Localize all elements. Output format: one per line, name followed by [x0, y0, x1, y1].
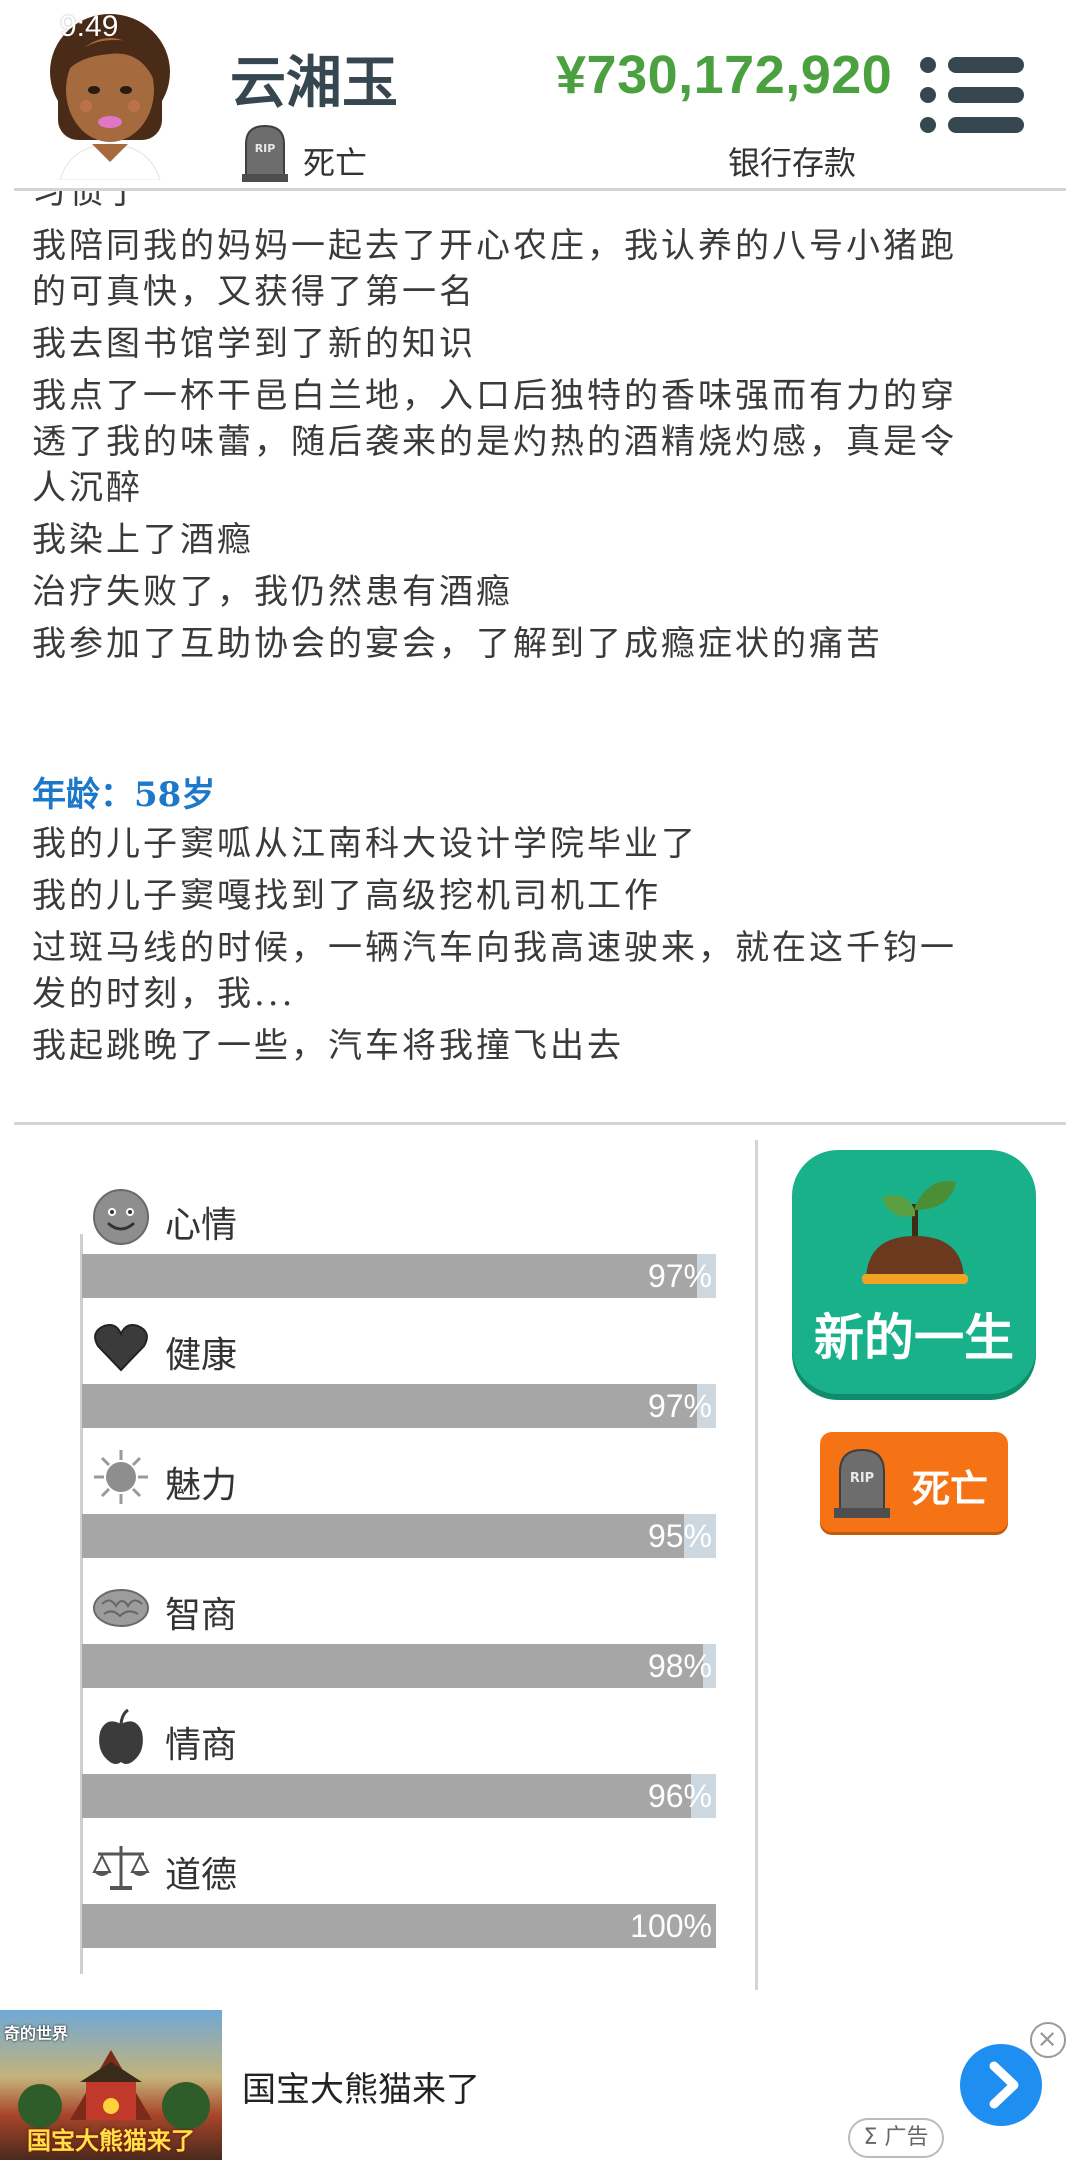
- stat-value-eq: 96%: [647, 1778, 712, 1814]
- log-line-clipped: 习惯了: [32, 191, 143, 212]
- svg-text:RIP: RIP: [850, 1471, 874, 1486]
- apple-icon: [99, 1708, 143, 1764]
- stat-value-health: 97%: [647, 1388, 712, 1424]
- stat-fill: [82, 1774, 691, 1818]
- log-line: 我起跳晚了一些，汽车将我撞飞出去: [32, 1026, 624, 1066]
- stat-bar-mood: 97%: [82, 1254, 716, 1298]
- svg-text:RIP: RIP: [255, 142, 276, 155]
- sprout-icon: [862, 1181, 968, 1284]
- log-divider: [14, 1122, 1066, 1125]
- stat-value-morality: 100%: [630, 1908, 712, 1944]
- heart-icon: [94, 1324, 148, 1372]
- log-line: 发的时刻，我...: [32, 974, 296, 1014]
- ad-badge: Σ 广告: [848, 2118, 944, 2158]
- log-line: 我点了一杯干邑白兰地，入口后独特的香味强而有力的穿: [32, 376, 957, 416]
- stat-value-iq: 98%: [647, 1648, 712, 1684]
- log-line: 我染上了酒瘾: [32, 520, 254, 560]
- log-line: 我的儿子窦呱从江南科大设计学院毕业了: [32, 824, 698, 864]
- ad-open-button[interactable]: [960, 2044, 1042, 2126]
- stat-bar-health: 97%: [82, 1384, 716, 1428]
- stat-value-mood: 97%: [647, 1258, 712, 1294]
- top-bar: 9:49 云湘玉 RIP 死亡 ¥730,172,920 银行存款: [0, 0, 1080, 191]
- stat-label-morality: 道德: [165, 1855, 238, 1896]
- ad-close-button[interactable]: [1030, 2022, 1066, 2058]
- stat-label-iq: 智商: [165, 1595, 238, 1636]
- stat-label-charm: 魅力: [165, 1465, 238, 1506]
- ad-image-top-text: 奇的世界: [4, 2024, 69, 2043]
- ad-title[interactable]: 国宝大熊猫来了: [242, 2062, 480, 2111]
- log-line: 透了我的味蕾，随后袭来的是灼热的酒精烧灼感，真是令: [32, 422, 957, 462]
- log-line: 我参加了互助协会的宴会，了解到了成瘾症状的痛苦: [32, 624, 883, 664]
- bank-balance: ¥730,172,920: [556, 45, 893, 105]
- new-life-button[interactable]: 新的一生: [792, 1150, 1036, 1394]
- ad-image[interactable]: 奇的世界 国宝大熊猫来了: [0, 2010, 222, 2160]
- stat-bar-iq: 98%: [82, 1644, 716, 1688]
- ad-image-caption: 国宝大熊猫来了: [27, 2127, 195, 2155]
- log-line: 治疗失败了，我仍然患有酒瘾: [32, 572, 513, 612]
- log-line: 我陪同我的妈妈一起去了开心农庄，我认养的八号小猪跑: [32, 226, 957, 266]
- close-icon: [1040, 2032, 1055, 2047]
- stats-panel-divider: [755, 1140, 758, 1990]
- scales-icon: [92, 1846, 150, 1890]
- stats-axis-line: [80, 1234, 83, 1974]
- hamburger-menu-icon[interactable]: [920, 55, 1025, 135]
- event-log[interactable]: 习惯了 我陪同我的妈妈一起去了开心农庄，我认养的八号小猪跑 的可真快，又获得了第…: [0, 191, 1080, 1121]
- chevron-right-icon: [989, 2061, 1019, 2109]
- stat-bar-morality: 100%: [82, 1904, 716, 1948]
- stat-fill: [82, 1644, 704, 1688]
- log-line: 过斑马线的时候，一辆汽车向我高速驶来，就在这千钧一: [32, 928, 957, 968]
- stat-fill: [82, 1904, 716, 1948]
- new-life-label: 新的一生: [814, 1309, 1014, 1367]
- sun-icon: [94, 1450, 148, 1504]
- brain-icon: [93, 1589, 149, 1627]
- log-line: 我去图书馆学到了新的知识: [32, 324, 476, 364]
- bank-balance-label: 银行存款: [728, 144, 857, 182]
- tombstone-icon: RIP: [834, 1448, 890, 1518]
- player-name: 云湘玉: [230, 51, 398, 116]
- stat-fill: [82, 1514, 685, 1558]
- stat-label-eq: 情商: [165, 1725, 238, 1766]
- stat-fill: [82, 1254, 697, 1298]
- log-line: 我的儿子窦嘎找到了高级挖机司机工作: [32, 876, 661, 916]
- stat-bar-charm: 95%: [82, 1514, 716, 1558]
- log-line: 的可真快，又获得了第一名: [32, 272, 476, 312]
- log-line: 人沉醉: [32, 468, 143, 508]
- stat-bar-eq: 96%: [82, 1774, 716, 1818]
- smiley-face-icon: [93, 1189, 149, 1245]
- stat-label-health: 健康: [165, 1335, 238, 1376]
- death-label: 死亡: [912, 1467, 989, 1511]
- ad-banner[interactable]: 奇的世界 国宝大熊猫来了 国宝大熊猫来了 Σ 广告: [0, 2010, 1080, 2160]
- death-button[interactable]: RIP 死亡: [820, 1432, 1008, 1532]
- stat-value-charm: 95%: [647, 1518, 712, 1554]
- tombstone-icon: RIP: [242, 124, 288, 182]
- stat-fill: [82, 1384, 697, 1428]
- stat-label-mood: 心情: [165, 1205, 238, 1246]
- status-bar-time: 9:49: [60, 10, 119, 43]
- age-heading: 年龄：58岁: [32, 775, 216, 815]
- life-status: 死亡: [303, 144, 368, 182]
